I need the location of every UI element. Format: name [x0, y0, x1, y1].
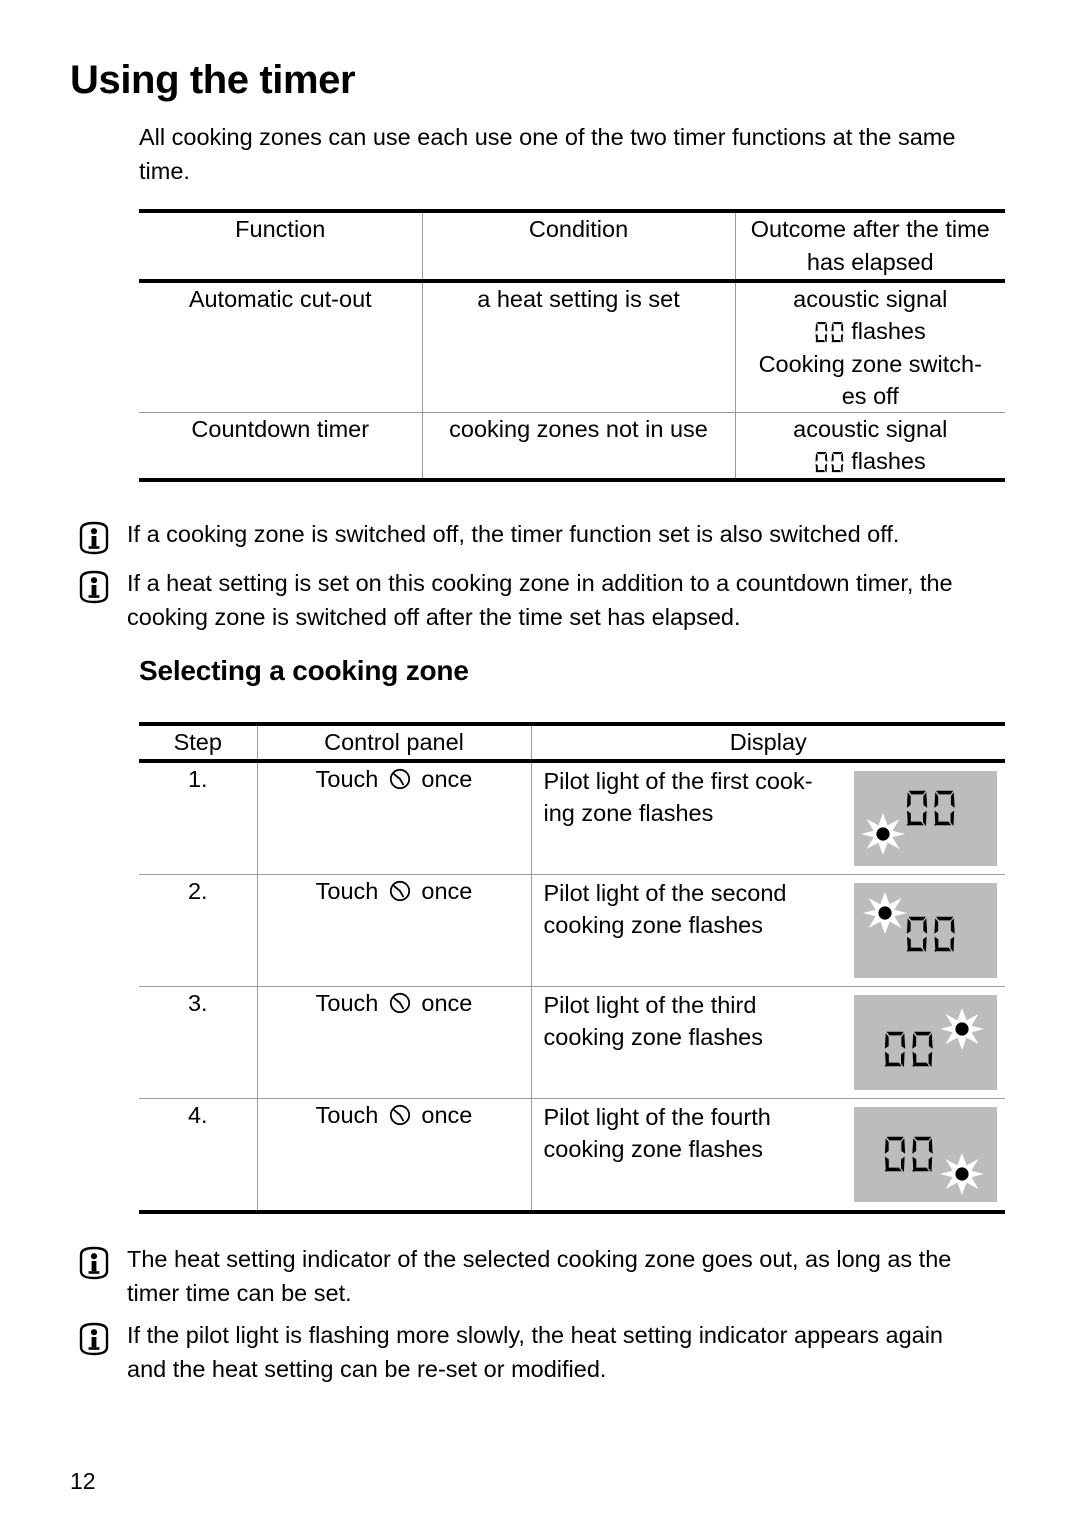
cell-display: Pilot light of the third cooking zone fl…: [530, 986, 1005, 1099]
column-header-display: Display: [530, 722, 1005, 763]
info-icon: [75, 1320, 113, 1358]
intro-paragraph: All cooking zones can use each use one o…: [139, 124, 956, 184]
column-header-outcome: Outcome after the time has elapsed: [734, 209, 1005, 283]
outcome-flashes-line: flashes: [736, 445, 1006, 478]
table-row: Countdown timer cooking zones not in use…: [139, 412, 1006, 482]
timer-clock-icon: [388, 1104, 419, 1132]
cell-step-number: 3.: [139, 986, 257, 1099]
display-description: Pilot light of the second cooking zone f…: [543, 880, 787, 938]
control-prefix: Touch: [315, 878, 379, 904]
section-title: Selecting a cooking zone: [139, 655, 469, 686]
table-row: 4. Touch once Pilot light of the fourth …: [139, 1098, 1005, 1214]
timer-clock-icon: [388, 880, 419, 908]
cell-control-panel: Touch once: [256, 874, 531, 987]
column-header-control-panel: Control panel: [256, 722, 531, 763]
pilot-light-icon: [861, 813, 905, 855]
outcome-acoustic-signal: acoustic signal: [793, 286, 948, 312]
info-icon: [75, 519, 113, 557]
display-graphic: [854, 995, 997, 1090]
info-note-text: The heat setting indicator of the select…: [127, 1246, 952, 1306]
info-note-text: If the pilot light is flashing more slow…: [127, 1322, 943, 1382]
seven-segment-zeros-icon: [815, 447, 845, 479]
display-description: Pilot light of the fourth cooking zone f…: [543, 1104, 771, 1162]
cell-step-number: 1.: [139, 761, 257, 875]
table-row: 3. Touch once Pilot light of the third c…: [139, 986, 1005, 1099]
table-row: 1. Touch once Pilot light of the first c…: [139, 761, 1005, 875]
outcome-switch-off-line2: es off: [841, 383, 899, 409]
cell-function-countdown-timer: Countdown timer: [139, 412, 422, 482]
display-graphic: [854, 771, 997, 866]
cell-condition-countdown-timer: cooking zones not in use: [421, 412, 735, 482]
cell-step-number: 4.: [139, 1098, 257, 1214]
control-suffix: once: [421, 878, 473, 904]
info-note: The heat setting indicator of the select…: [75, 1242, 987, 1310]
timer-functions-table: Function Condition Outcome after the tim…: [139, 209, 1005, 482]
cell-display: Pilot light of the fourth cooking zone f…: [530, 1098, 1005, 1214]
cell-control-panel: Touch once: [256, 1098, 531, 1214]
table-row: Automatic cut-out a heat setting is set …: [139, 281, 1005, 413]
table-header-row: Function Condition Outcome after the tim…: [139, 209, 1005, 283]
control-suffix: once: [421, 1102, 473, 1128]
info-note: If a heat setting is set on this cooking…: [75, 566, 987, 634]
timer-clock-icon: [388, 768, 419, 796]
control-suffix: once: [421, 766, 473, 792]
outcome-flashes-label: flashes: [851, 318, 926, 344]
seven-segment-zeros-icon: [815, 317, 845, 349]
cell-display: Pilot light of the second cooking zone f…: [530, 874, 1005, 987]
outcome-flashes-line: flashes: [736, 315, 1006, 348]
pilot-light-icon: [940, 1008, 984, 1050]
column-header-condition: Condition: [421, 209, 735, 283]
info-note-text: If a heat setting is set on this cooking…: [127, 570, 953, 630]
selecting-cooking-zone-table: Step Control panel Display 1. Touch once…: [139, 722, 1005, 1214]
cell-display: Pilot light of the first cook-ing zone f…: [530, 761, 1005, 875]
table-header-row: Step Control panel Display: [139, 722, 1005, 763]
info-note: If the pilot light is flashing more slow…: [75, 1318, 987, 1386]
timer-clock-icon: [388, 992, 419, 1020]
info-icon: [75, 1244, 113, 1282]
control-prefix: Touch: [315, 990, 379, 1016]
outcome-flashes-label: flashes: [851, 448, 926, 474]
cell-outcome-countdown-timer: acoustic signal flashes: [734, 412, 1006, 482]
column-header-function: Function: [139, 209, 422, 283]
pilot-light-icon: [863, 892, 907, 934]
info-note: If a cooking zone is switched off, the t…: [75, 517, 987, 557]
outcome-switch-off-line1: Cooking zone switch-: [758, 351, 982, 377]
info-icon: [75, 568, 113, 606]
outcome-acoustic-signal: acoustic signal: [793, 416, 948, 442]
page-title: Using the timer: [70, 58, 356, 102]
display-graphic: [854, 883, 997, 978]
table-row: 2. Touch once Pilot light of the second …: [139, 874, 1005, 987]
cell-step-number: 2.: [139, 874, 257, 987]
display-graphic: [854, 1107, 997, 1202]
display-description: Pilot light of the third cooking zone fl…: [543, 992, 763, 1050]
display-description: Pilot light of the first cook-ing zone f…: [543, 768, 813, 826]
info-note-text: If a cooking zone is switched off, the t…: [127, 521, 900, 547]
cell-control-panel: Touch once: [256, 761, 531, 875]
cell-function-automatic-cut-out: Automatic cut-out: [139, 281, 422, 413]
cell-condition-automatic-cut-out: a heat setting is set: [421, 281, 735, 413]
document-page: Using the timer All cooking zones can us…: [0, 0, 1080, 1529]
column-header-step: Step: [139, 722, 257, 763]
cell-control-panel: Touch once: [256, 986, 531, 1099]
control-suffix: once: [421, 990, 473, 1016]
cell-outcome-automatic-cut-out: acoustic signal flashes Cooking zone swi…: [734, 281, 1006, 413]
control-prefix: Touch: [315, 1102, 379, 1128]
pilot-light-icon: [940, 1153, 984, 1195]
page-number: 12: [70, 1468, 96, 1494]
control-prefix: Touch: [315, 766, 379, 792]
